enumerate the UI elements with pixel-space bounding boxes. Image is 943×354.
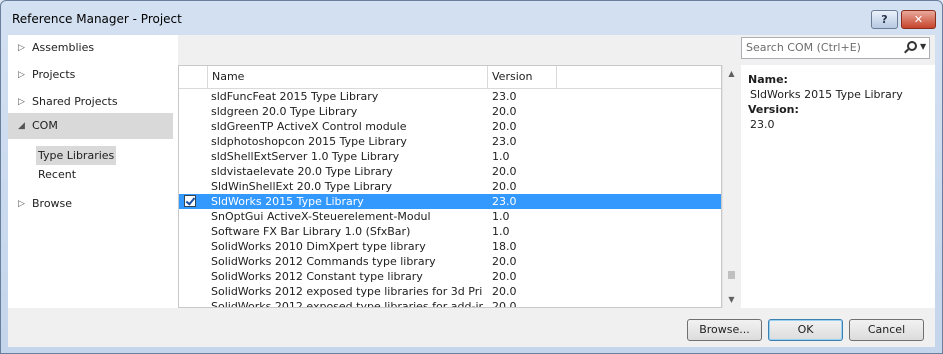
cell-name: SolidWorks 2012 exposed type libraries f… bbox=[211, 300, 483, 308]
table-row[interactable]: SldWinShellExt 20.0 Type Library 20.0 bbox=[179, 179, 721, 194]
cell-name: sldgreen 20.0 Type Library bbox=[211, 105, 358, 118]
details-pane: Name: SldWorks 2015 Type Library Version… bbox=[741, 65, 935, 308]
expand-arrow-icon[interactable]: ▷ bbox=[18, 191, 25, 217]
nav-item-label: Projects bbox=[32, 68, 76, 81]
title-bar: Reference Manager - Project ? ✕ bbox=[1, 1, 942, 35]
scroll-thumb[interactable] bbox=[728, 271, 735, 279]
cell-name: Software FX Bar Library 1.0 (SfxBar) bbox=[211, 225, 411, 238]
nav-subitem-type-libraries[interactable]: Type Libraries bbox=[36, 146, 117, 165]
collapse-arrow-icon[interactable]: ◢ bbox=[18, 113, 25, 139]
detail-name-label: Name: bbox=[748, 73, 788, 86]
table-row[interactable]: Software FX Bar Library 1.0 (SfxBar) 1.0 bbox=[179, 224, 721, 239]
detail-version-value: 23.0 bbox=[750, 118, 775, 131]
checkbox-checked-icon[interactable] bbox=[184, 195, 196, 207]
detail-name-value: SldWorks 2015 Type Library bbox=[750, 88, 903, 101]
list-header: Name Version bbox=[179, 66, 721, 89]
search-box[interactable]: Search COM (Ctrl+E) ▼ bbox=[741, 37, 930, 59]
scroll-down-icon[interactable]: ▼ bbox=[723, 291, 740, 308]
column-header-version[interactable]: Version bbox=[487, 66, 556, 89]
cell-name: SolidWorks 2012 exposed type libraries f… bbox=[211, 285, 483, 298]
expand-arrow-icon[interactable]: ▷ bbox=[18, 89, 25, 115]
cell-name: SolidWorks 2012 Commands type library bbox=[211, 255, 436, 268]
search-icon[interactable] bbox=[907, 41, 917, 51]
cell-version: 20.0 bbox=[492, 285, 517, 298]
expand-arrow-icon[interactable]: ▷ bbox=[18, 35, 25, 61]
table-row[interactable]: sldShellExtServer 1.0 Type Library 1.0 bbox=[179, 149, 721, 164]
type-library-list: Name Version sldFuncFeat 2015 Type Libra… bbox=[178, 65, 722, 308]
cell-name: sldphotoshopcon 2015 Type Library bbox=[211, 135, 407, 148]
nav-item-browse[interactable]: ▷ Browse bbox=[8, 191, 173, 217]
cell-name: SnOptGui ActiveX-Steuerelement-Modul bbox=[211, 210, 431, 223]
cell-name: sldShellExtServer 1.0 Type Library bbox=[211, 150, 400, 163]
nav-item-com[interactable]: ◢ COM bbox=[8, 113, 173, 139]
cell-version: 23.0 bbox=[492, 135, 517, 148]
column-header-blank bbox=[556, 66, 721, 89]
nav-subitem-recent[interactable]: Recent bbox=[36, 165, 78, 184]
cell-name: sldFuncFeat 2015 Type Library bbox=[211, 90, 379, 103]
nav-item-projects[interactable]: ▷ Projects bbox=[8, 62, 173, 88]
cell-name: sldGreenTP ActiveX Control module bbox=[211, 120, 407, 133]
table-row[interactable]: sldFuncFeat 2015 Type Library 23.0 bbox=[179, 89, 721, 104]
cell-version: 23.0 bbox=[492, 90, 517, 103]
table-row[interactable]: SolidWorks 2012 Constant type library 20… bbox=[179, 269, 721, 284]
expand-arrow-icon[interactable]: ▷ bbox=[18, 62, 25, 88]
search-input[interactable]: Search COM (Ctrl+E) bbox=[746, 41, 861, 54]
cancel-button[interactable]: Cancel bbox=[849, 319, 924, 341]
cell-name: SldWorks 2015 Type Library bbox=[211, 195, 364, 208]
cell-version: 18.0 bbox=[492, 240, 517, 253]
browse-button[interactable]: Browse... bbox=[687, 319, 762, 341]
table-row[interactable]: sldgreen 20.0 Type Library 20.0 bbox=[179, 104, 721, 119]
list-scrollbar[interactable]: ▲ ▼ bbox=[722, 65, 739, 308]
nav-item-label: COM bbox=[32, 119, 58, 132]
nav-item-shared-projects[interactable]: ▷ Shared Projects bbox=[8, 89, 173, 115]
cell-version: 23.0 bbox=[492, 195, 517, 208]
close-button[interactable]: ✕ bbox=[901, 10, 936, 29]
cell-version: 1.0 bbox=[492, 210, 510, 223]
table-row-selected[interactable]: SldWorks 2015 Type Library 23.0 bbox=[179, 194, 721, 209]
cell-version: 1.0 bbox=[492, 225, 510, 238]
scroll-up-icon[interactable]: ▲ bbox=[723, 65, 740, 82]
nav-item-label: Shared Projects bbox=[32, 95, 118, 108]
help-button[interactable]: ? bbox=[871, 10, 898, 29]
nav-item-label: Assemblies bbox=[32, 41, 95, 54]
category-nav: ▷ Assemblies ▷ Projects ▷ Shared Project… bbox=[8, 35, 178, 308]
table-row[interactable]: SolidWorks 2012 Commands type library 20… bbox=[179, 254, 721, 269]
cell-version: 20.0 bbox=[492, 270, 517, 283]
dialog-client: ▷ Assemblies ▷ Projects ▷ Shared Project… bbox=[8, 35, 935, 347]
cell-name: SldWinShellExt 20.0 Type Library bbox=[211, 180, 393, 193]
table-row[interactable]: SolidWorks 2010 DimXpert type library 18… bbox=[179, 239, 721, 254]
window-title: Reference Manager - Project bbox=[12, 12, 182, 26]
cell-version: 20.0 bbox=[492, 120, 517, 133]
table-row[interactable]: SolidWorks 2012 exposed type libraries f… bbox=[179, 299, 721, 308]
table-row[interactable]: SolidWorks 2012 exposed type libraries f… bbox=[179, 284, 721, 299]
nav-item-label: Browse bbox=[32, 197, 73, 210]
detail-version-label: Version: bbox=[748, 103, 799, 116]
cell-version: 20.0 bbox=[492, 180, 517, 193]
table-row[interactable]: sldvistaelevate 20.0 Type Library 20.0 bbox=[179, 164, 721, 179]
cell-name: sldvistaelevate 20.0 Type Library bbox=[211, 165, 393, 178]
table-row[interactable]: sldGreenTP ActiveX Control module 20.0 bbox=[179, 119, 721, 134]
reference-manager-window: Reference Manager - Project ? ✕ ▷ Assemb… bbox=[0, 0, 943, 354]
ok-button[interactable]: OK bbox=[768, 319, 843, 341]
cell-version: 20.0 bbox=[492, 255, 517, 268]
column-header-name[interactable]: Name bbox=[207, 66, 487, 89]
cell-name: SolidWorks 2012 Constant type library bbox=[211, 270, 423, 283]
nav-item-assemblies[interactable]: ▷ Assemblies bbox=[8, 35, 173, 61]
cell-version: 1.0 bbox=[492, 150, 510, 163]
chevron-down-icon[interactable]: ▼ bbox=[920, 42, 926, 51]
cell-version: 20.0 bbox=[492, 165, 517, 178]
cell-version: 20.0 bbox=[492, 105, 517, 118]
table-row[interactable]: sldphotoshopcon 2015 Type Library 23.0 bbox=[179, 134, 721, 149]
cell-name: SolidWorks 2010 DimXpert type library bbox=[211, 240, 426, 253]
table-row[interactable]: SnOptGui ActiveX-Steuerelement-Modul 1.0 bbox=[179, 209, 721, 224]
cell-version: 20.0 bbox=[492, 300, 517, 308]
